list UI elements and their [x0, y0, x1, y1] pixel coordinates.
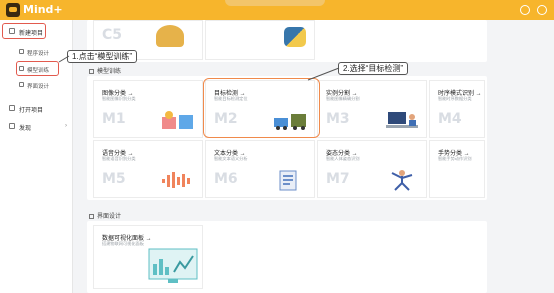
- sidebar-item-label: 界面设计: [27, 84, 50, 90]
- program-cards-section: C5: [87, 20, 487, 62]
- ui-design-section: 数据可视化面板 → 搭建物联网可视化面板: [87, 221, 487, 293]
- sound-wave-icon: [162, 172, 190, 188]
- python-card[interactable]: [205, 20, 315, 60]
- card-subtitle: 智能时序数据分类: [438, 96, 472, 101]
- title-bar: Mind+: [0, 0, 554, 20]
- sidebar-item-label: 打开项目: [19, 108, 44, 114]
- highlight-new-project: [2, 23, 46, 39]
- folder-icon: [9, 105, 15, 111]
- card-code: M6: [214, 171, 238, 187]
- callout-step1-pointer: [58, 55, 70, 63]
- card-code: M1: [102, 111, 126, 127]
- card-subtitle: 搭建物联网可视化面板: [102, 241, 144, 246]
- fruit-basket-icon: [162, 111, 193, 129]
- ui-section-title-text: 界面设计: [97, 214, 122, 220]
- card-code: C5: [102, 27, 123, 43]
- card-subtitle: 智能图像识别分类: [102, 96, 136, 101]
- card-subtitle: 智能文本语义分析: [214, 156, 248, 161]
- settings-icon[interactable]: [537, 5, 547, 15]
- callout-step2: 2.选择“目标检测”: [338, 62, 408, 75]
- app-window: Mind+ 新建项目 程序设计 模型训练 界面设计 打开项目 发现 › C5 模…: [0, 0, 554, 293]
- person-pose-icon: [391, 170, 413, 191]
- discover-icon: [9, 123, 15, 129]
- dashboard-panel-icon: [148, 248, 198, 283]
- minimize-icon[interactable]: [520, 5, 530, 15]
- app-title: Mind+: [23, 3, 63, 16]
- mind-plus-logo-icon: [6, 3, 20, 17]
- card-code: M3: [326, 111, 350, 127]
- card-subtitle: 智能语音识别分类: [102, 156, 136, 161]
- python-logo-icon: [284, 27, 306, 47]
- robot-illustration-icon: [156, 25, 184, 47]
- highlight-model-training: [16, 61, 59, 76]
- card-code: M5: [102, 171, 126, 187]
- ui-design-icon: [19, 82, 24, 87]
- ui-section-title: 界面设计: [89, 211, 121, 220]
- chevron-right-icon: ›: [65, 123, 67, 129]
- document-icon: [279, 170, 297, 191]
- card-text-classification[interactable]: 文本分类 → 智能文本语义分析 M6: [205, 140, 315, 198]
- card-audio-classification[interactable]: 语音分类 → 智能语音识别分类 M5: [93, 140, 203, 198]
- callout-step1: 1.点击“模型训练”: [67, 50, 137, 63]
- card-data-visualization[interactable]: 数据可视化面板 → 搭建物联网可视化面板: [93, 225, 203, 289]
- sidebar-item-label: 发现: [19, 126, 32, 132]
- card-time-series[interactable]: 时序模式识别 → 智能时序数据分类 M4: [429, 80, 485, 138]
- model-section-title: 模型训练: [89, 66, 121, 75]
- card-subtitle: 智能手势动作识别: [438, 156, 472, 161]
- card-subtitle: 智能人体姿态识别: [326, 156, 360, 161]
- card-image-classification[interactable]: 图像分类 → 智能图像识别分类 M1: [93, 80, 203, 138]
- card-code: M4: [438, 111, 462, 127]
- title-bar-center-tab: [225, 0, 325, 6]
- card-subtitle: 智能图像精确分割: [326, 96, 360, 101]
- card-gesture-classification[interactable]: 手势分类 → 智能手势动作识别: [429, 140, 485, 198]
- model-section-title-text: 模型训练: [97, 69, 122, 75]
- highlight-object-detection: [203, 78, 320, 138]
- card-instance-segmentation[interactable]: 实例分割 → 智能图像精确分割 M3: [317, 80, 427, 138]
- sidebar-item-label: 程序设计: [27, 51, 50, 57]
- person-at-desk-icon: [386, 112, 418, 128]
- card-code: M7: [326, 171, 350, 187]
- code-icon: [19, 49, 24, 54]
- card-pose-classification[interactable]: 姿态分类 → 智能人体姿态识别 M7: [317, 140, 427, 198]
- callout-step2-pointer: [307, 67, 340, 81]
